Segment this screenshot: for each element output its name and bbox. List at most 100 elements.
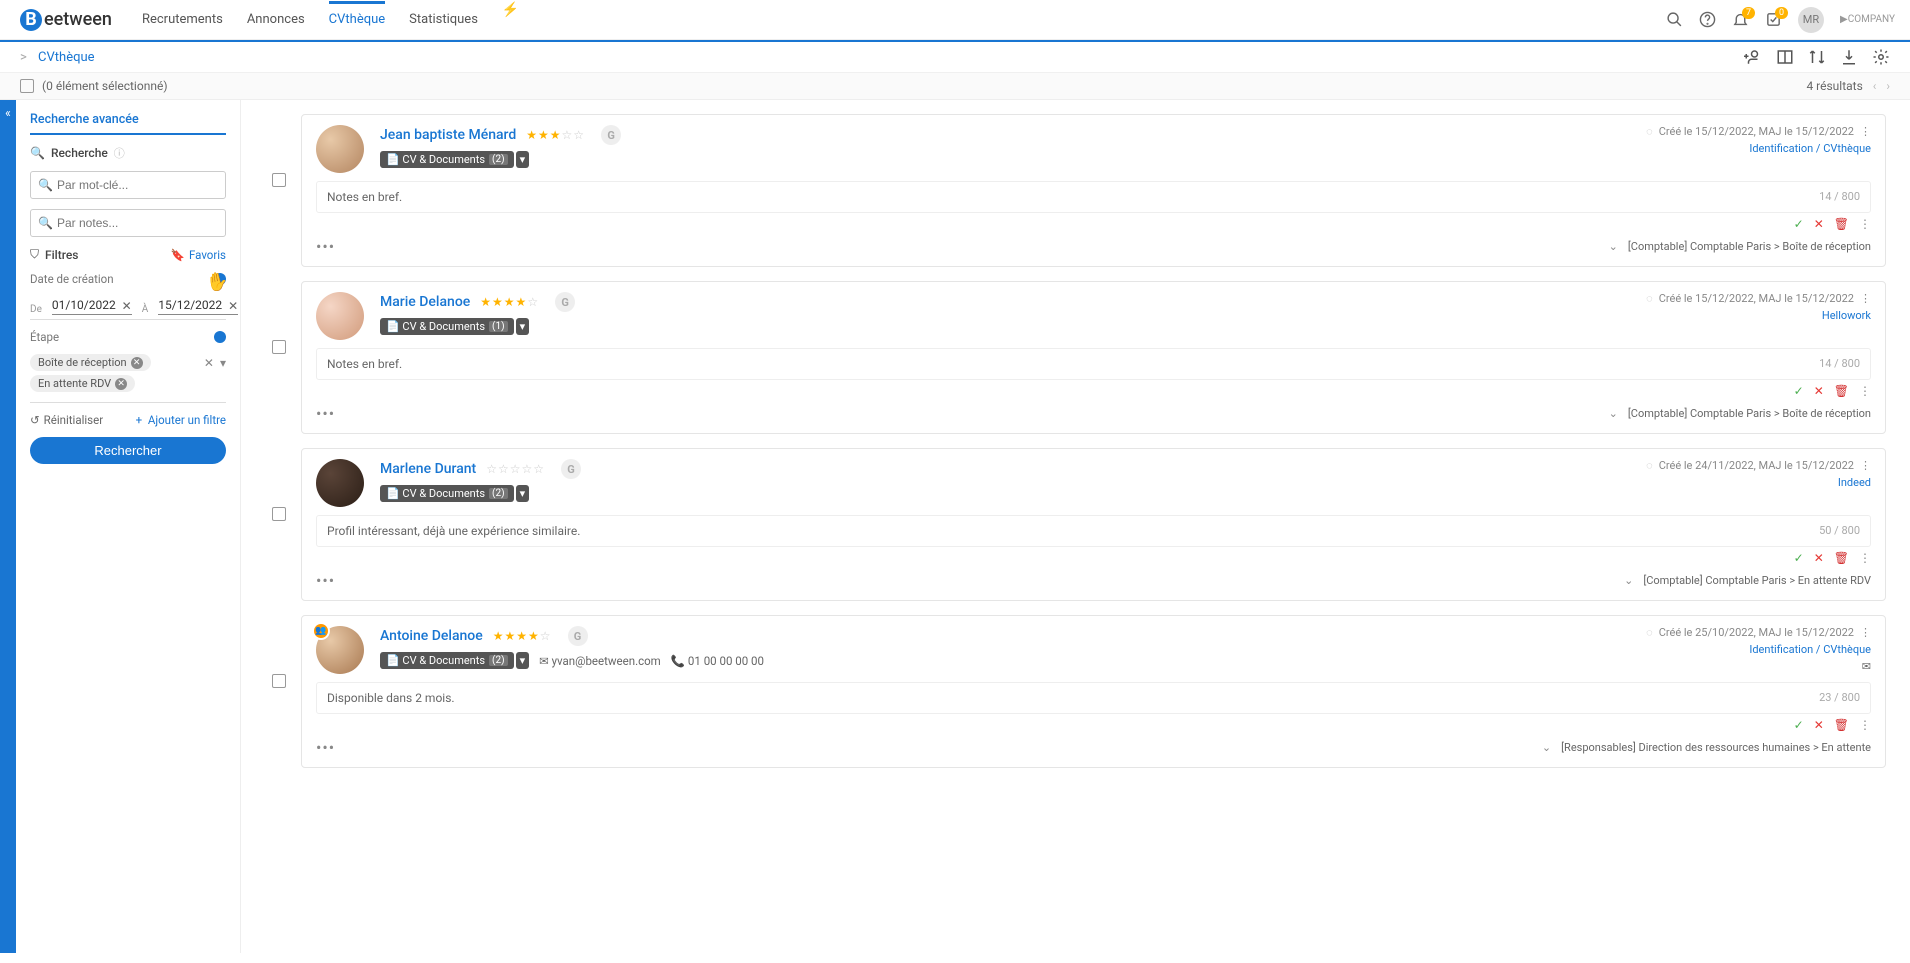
source-link[interactable]: Identification / CVthèque: [1749, 643, 1871, 656]
expand-pipeline-icon[interactable]: ⌄: [1624, 574, 1633, 587]
download-icon[interactable]: [1840, 48, 1858, 66]
source-link[interactable]: Identification / CVthèque: [1749, 142, 1871, 155]
card-checkbox[interactable]: [272, 340, 286, 358]
reject-icon[interactable]: ✕: [1814, 551, 1824, 565]
google-icon[interactable]: G: [568, 626, 588, 646]
columns-icon[interactable]: [1776, 48, 1794, 66]
filter-active-dot[interactable]: [214, 273, 226, 285]
add-person-icon[interactable]: [1744, 48, 1762, 66]
search-icon[interactable]: [1666, 11, 1683, 28]
row-menu-icon[interactable]: ⋮: [1859, 217, 1871, 231]
help-hint-icon[interactable]: ⓘ: [114, 145, 125, 161]
more-icon[interactable]: •••: [316, 738, 335, 757]
sidebar-collapse[interactable]: «: [0, 100, 16, 953]
reject-icon[interactable]: ✕: [1814, 718, 1824, 732]
row-menu-icon[interactable]: ⋮: [1859, 551, 1871, 565]
notes-box[interactable]: Profil intéressant, déjà une expérience …: [316, 515, 1871, 547]
pipeline-path[interactable]: [Comptable] Comptable Paris > Boîte de r…: [1628, 240, 1871, 253]
reject-icon[interactable]: ✕: [1814, 384, 1824, 398]
documents-badge[interactable]: 📄 CV & Documents (1): [380, 318, 514, 335]
nav-cvtheque[interactable]: CVthèque: [329, 2, 386, 37]
documents-dropdown-icon[interactable]: ▾: [516, 151, 530, 168]
nav-recrutements[interactable]: Recrutements: [142, 2, 223, 37]
help-icon[interactable]: [1699, 11, 1716, 28]
accept-icon[interactable]: ✓: [1794, 551, 1804, 565]
search-button[interactable]: Rechercher: [30, 437, 226, 464]
more-icon[interactable]: •••: [316, 237, 335, 256]
chip-inbox[interactable]: Boîte de réception✕: [30, 354, 151, 371]
nav-statistiques[interactable]: Statistiques: [409, 2, 478, 37]
source-link[interactable]: Hellowork: [1822, 309, 1871, 322]
page-next-icon[interactable]: ›: [1886, 79, 1890, 93]
sort-icon[interactable]: [1808, 48, 1826, 66]
chip-remove-icon[interactable]: ✕: [115, 378, 127, 390]
nav-annonces[interactable]: Annonces: [247, 2, 305, 37]
email-contact[interactable]: ✉ yvan@beetween.com: [539, 654, 661, 668]
candidate-avatar[interactable]: [316, 125, 364, 173]
documents-badge[interactable]: 📄 CV & Documents (2): [380, 652, 514, 669]
notes-box[interactable]: Notes en bref. 14 / 800: [316, 181, 1871, 213]
page-prev-icon[interactable]: ‹: [1873, 79, 1877, 93]
logo[interactable]: Beetween: [20, 9, 112, 31]
google-icon[interactable]: G: [561, 459, 581, 479]
tasks-icon[interactable]: 0: [1765, 11, 1782, 28]
documents-badge[interactable]: 📄 CV & Documents (2): [380, 485, 514, 502]
notes-box[interactable]: Notes en bref. 14 / 800: [316, 348, 1871, 380]
candidate-avatar[interactable]: [316, 459, 364, 507]
rating-stars[interactable]: ☆☆☆☆☆: [486, 462, 545, 476]
user-avatar[interactable]: MR: [1798, 7, 1824, 33]
documents-dropdown-icon[interactable]: ▾: [516, 652, 530, 669]
candidate-name[interactable]: Marlene Durant: [380, 461, 476, 477]
more-icon[interactable]: •••: [316, 404, 335, 423]
notes-input[interactable]: [30, 209, 226, 237]
documents-dropdown-icon[interactable]: ▾: [516, 485, 530, 502]
notes-box[interactable]: Disponible dans 2 mois. 23 / 800: [316, 682, 1871, 714]
date-from-input[interactable]: 01/10/2022: [52, 296, 132, 315]
card-checkbox[interactable]: [272, 173, 286, 191]
bolt-icon[interactable]: ⚡: [502, 2, 519, 37]
card-checkbox[interactable]: [272, 674, 286, 692]
expand-pipeline-icon[interactable]: ⌄: [1542, 741, 1551, 754]
delete-icon[interactable]: 🗑: [1834, 551, 1849, 565]
expand-pipeline-icon[interactable]: ⌄: [1609, 407, 1618, 420]
pipeline-path[interactable]: [Responsables] Direction des ressources …: [1561, 741, 1871, 754]
stage-active-dot[interactable]: [214, 331, 226, 343]
row-menu-icon[interactable]: ⋮: [1859, 718, 1871, 732]
chips-clear-icon[interactable]: ✕: [204, 356, 214, 370]
add-filter[interactable]: + Ajouter un filtre: [136, 413, 226, 427]
date-to-clear-icon[interactable]: ✕: [228, 299, 238, 313]
row-menu-icon[interactable]: ⋮: [1859, 384, 1871, 398]
delete-icon[interactable]: 🗑: [1834, 384, 1849, 398]
phone-contact[interactable]: 📞 01 00 00 00 00: [671, 654, 764, 668]
expand-pipeline-icon[interactable]: ⌄: [1609, 240, 1618, 253]
date-from-clear-icon[interactable]: ✕: [122, 299, 132, 313]
delete-icon[interactable]: 🗑: [1834, 718, 1849, 732]
breadcrumb-page[interactable]: CVthèque: [38, 50, 95, 65]
delete-icon[interactable]: 🗑: [1834, 217, 1849, 231]
card-checkbox[interactable]: [272, 507, 286, 525]
accept-icon[interactable]: ✓: [1794, 718, 1804, 732]
chip-rdv[interactable]: En attente RDV✕: [30, 375, 135, 392]
rating-stars[interactable]: ★★★☆☆: [526, 128, 585, 142]
card-menu-icon[interactable]: ⋮: [1860, 292, 1871, 305]
pipeline-path[interactable]: [Comptable] Comptable Paris > Boîte de r…: [1628, 407, 1871, 420]
date-to-input[interactable]: 15/12/2022: [158, 296, 238, 315]
card-menu-icon[interactable]: ⋮: [1860, 459, 1871, 472]
documents-badge[interactable]: 📄 CV & Documents (2): [380, 151, 514, 168]
card-menu-icon[interactable]: ⋮: [1860, 125, 1871, 138]
reset-filters[interactable]: ↺Réinitialiser: [30, 413, 103, 427]
chip-remove-icon[interactable]: ✕: [131, 357, 143, 369]
more-icon[interactable]: •••: [316, 571, 335, 590]
documents-dropdown-icon[interactable]: ▾: [516, 318, 530, 335]
candidate-avatar[interactable]: 👥: [316, 626, 364, 674]
candidate-name[interactable]: Jean baptiste Ménard: [380, 127, 516, 143]
favoris-link[interactable]: 🔖 Favoris: [171, 248, 226, 262]
select-all-checkbox[interactable]: [20, 79, 34, 93]
candidate-name[interactable]: Antoine Delanoe: [380, 628, 483, 644]
notifications-icon[interactable]: 7: [1732, 11, 1749, 28]
mail-icon[interactable]: ✉: [1862, 660, 1871, 673]
pipeline-path[interactable]: [Comptable] Comptable Paris > En attente…: [1643, 574, 1871, 587]
sidebar-tab[interactable]: Recherche avancée: [30, 112, 226, 127]
card-menu-icon[interactable]: ⋮: [1860, 626, 1871, 639]
candidate-avatar[interactable]: [316, 292, 364, 340]
